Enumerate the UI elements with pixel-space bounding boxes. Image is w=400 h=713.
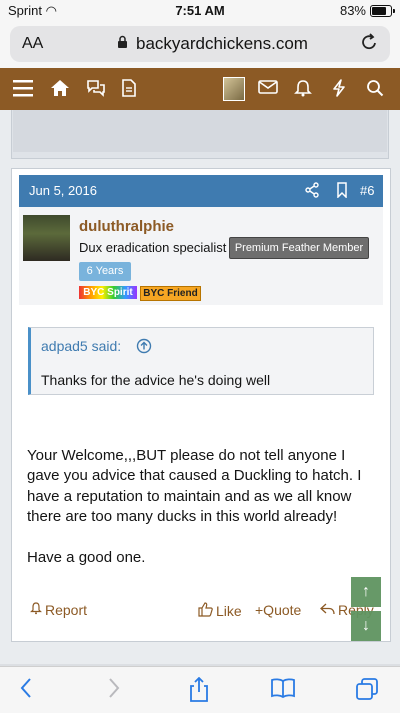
go-to-quote-icon[interactable]: [136, 338, 152, 359]
user-avatar[interactable]: [23, 215, 70, 261]
tabs-icon[interactable]: [355, 677, 379, 706]
share-icon[interactable]: [305, 182, 319, 203]
menu-icon[interactable]: [13, 79, 33, 97]
avatar[interactable]: [223, 77, 245, 101]
forward-icon[interactable]: [107, 677, 121, 704]
forums-icon[interactable]: [86, 79, 106, 97]
byc-spirit-badge: BYC Spirit: [79, 286, 137, 299]
search-icon[interactable]: [366, 79, 384, 97]
post-actions: Report Like +Quote Reply: [12, 602, 390, 622]
message-paragraph: Have a good one.: [27, 548, 146, 566]
bookmarks-icon[interactable]: [270, 677, 296, 704]
post-date[interactable]: Jun 5, 2016: [29, 183, 97, 198]
browser-toolbar: AA backyardchickens.com: [0, 22, 400, 68]
scroll-up-button[interactable]: ↑: [351, 577, 381, 607]
user-title: Dux eradication specialist: [79, 240, 227, 255]
url-domain[interactable]: backyardchickens.com: [136, 34, 308, 54]
quote-text: Thanks for the advice he's doing well: [41, 372, 271, 388]
battery-icon: [370, 5, 395, 17]
quote-button[interactable]: +Quote: [255, 602, 301, 618]
user-info: duluthralphie Dux eradication specialist…: [19, 207, 383, 305]
battery-percent: 83%: [339, 3, 366, 18]
whats-new-icon[interactable]: [332, 79, 346, 97]
share-icon[interactable]: [188, 676, 210, 708]
member-badge: Premium Feather Member: [229, 237, 369, 259]
articles-icon[interactable]: [121, 79, 137, 97]
back-icon[interactable]: [19, 677, 33, 704]
report-button[interactable]: Report: [30, 602, 87, 618]
thumbs-up-icon: [198, 602, 213, 620]
address-bar[interactable]: AA backyardchickens.com: [10, 26, 390, 62]
lock-icon: [117, 35, 128, 52]
post: Jun 5, 2016 #6 duluthralphie Dux eradica…: [11, 168, 391, 642]
status-bar: Sprint ◠ 7:51 AM 83%: [0, 0, 400, 22]
username[interactable]: duluthralphie: [79, 218, 174, 235]
reload-icon[interactable]: [360, 32, 378, 58]
post-message: Your Welcome,,,BUT please do not tell an…: [27, 446, 377, 588]
quote-block: adpad5 said: Thanks for the advice he's …: [28, 327, 374, 395]
like-button[interactable]: Like: [198, 602, 242, 620]
alerts-icon[interactable]: [294, 79, 312, 97]
text-size-button[interactable]: AA: [22, 35, 43, 53]
byc-friend-badge: BYC Friend: [140, 286, 201, 301]
message-paragraph: Your Welcome,,,BUT please do not tell an…: [27, 447, 362, 526]
previous-post-body: [13, 110, 387, 152]
quote-author[interactable]: adpad5 said:: [41, 338, 121, 354]
post-number[interactable]: #6: [360, 183, 374, 198]
inbox-icon[interactable]: [258, 79, 278, 95]
post-header: Jun 5, 2016 #6: [19, 175, 383, 207]
reply-icon: [320, 602, 335, 618]
browser-bottom-toolbar: [0, 666, 400, 713]
scroll-down-button[interactable]: ↓: [351, 611, 381, 641]
site-nav: [0, 68, 400, 110]
previous-post: [11, 110, 389, 159]
years-badge: 6 Years: [79, 262, 131, 281]
report-icon: [30, 602, 42, 618]
bookmark-icon[interactable]: [336, 182, 348, 203]
home-icon[interactable]: [50, 79, 70, 97]
